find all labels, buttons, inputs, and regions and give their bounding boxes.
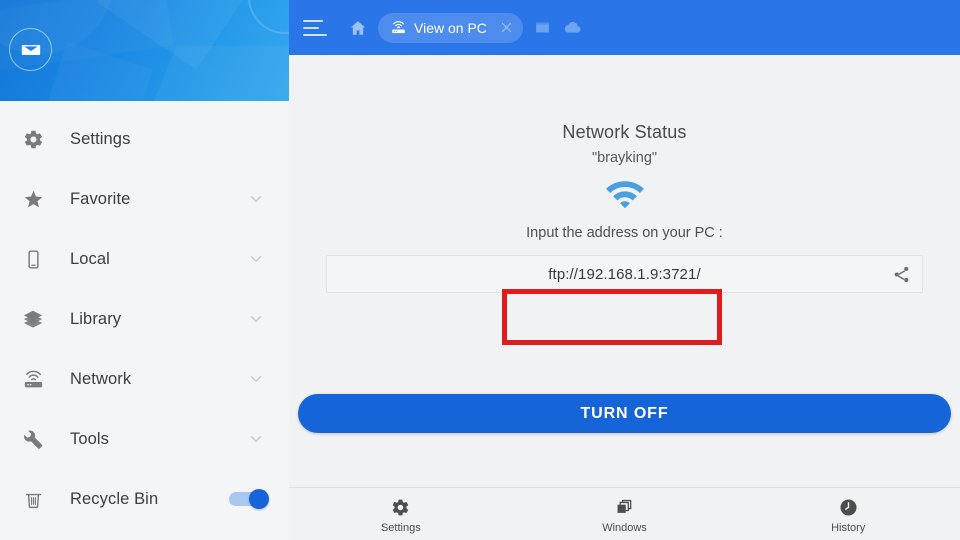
tab-label: View on PC (414, 19, 487, 36)
chevron-down-icon[interactable] (247, 370, 265, 388)
sidebar-item-label: Local (70, 249, 110, 268)
sidebar: Settings Favorite Local Library Network … (0, 0, 289, 540)
sidebar-item-label: Settings (70, 129, 131, 148)
sidebar-menu: Settings Favorite Local Library Network … (0, 101, 289, 540)
app-root: Settings Favorite Local Library Network … (0, 0, 960, 540)
header-decoration-shape (248, 0, 289, 34)
phone-icon (18, 249, 48, 270)
hamburger-menu-icon[interactable] (303, 13, 333, 43)
avatar[interactable] (9, 28, 52, 71)
sidebar-item-label: Tools (70, 429, 110, 448)
sidebar-item-settings[interactable]: Settings (0, 109, 289, 169)
sidebar-item-local[interactable]: Local (0, 229, 289, 289)
chevron-down-icon[interactable] (247, 250, 265, 268)
topbar: View on PC (289, 0, 960, 55)
turn-off-button[interactable]: TURN OFF (298, 394, 951, 433)
address-value: ftp://192.168.1.9:3721/ (548, 265, 701, 283)
address-field[interactable]: ftp://192.168.1.9:3721/ (326, 255, 923, 293)
turn-off-wrapper: TURN OFF (289, 394, 960, 433)
bottom-nav-windows[interactable]: Windows (513, 488, 737, 540)
windows-stack-icon (614, 496, 636, 518)
share-icon[interactable] (890, 263, 912, 285)
hamburger-line (303, 33, 327, 36)
network-status-title: Network Status (562, 122, 687, 142)
sidebar-header (0, 0, 289, 101)
router-icon (389, 18, 408, 37)
bottom-nav-history[interactable]: History (736, 488, 960, 540)
network-ssid: "brayking" (591, 150, 658, 166)
sidebar-item-tools[interactable]: Tools (0, 409, 289, 469)
chevron-down-icon[interactable] (247, 190, 265, 208)
tab-view-on-pc[interactable]: View on PC (378, 12, 523, 43)
chevron-down-icon[interactable] (247, 430, 265, 448)
envelope-icon (20, 39, 42, 61)
sidebar-item-network[interactable]: Network (0, 349, 289, 409)
sidebar-item-favorite[interactable]: Favorite (0, 169, 289, 229)
sidebar-item-library[interactable]: Library (0, 289, 289, 349)
wifi-icon (602, 176, 648, 212)
star-icon (18, 189, 48, 210)
layers-icon (18, 308, 48, 330)
trash-icon (18, 489, 48, 510)
bottom-nav-label: Windows (602, 522, 647, 534)
chevron-down-icon[interactable] (247, 310, 265, 328)
recycle-bin-toggle[interactable] (229, 489, 269, 509)
sidebar-item-recycle-bin[interactable]: Recycle Bin (0, 469, 289, 529)
sidebar-item-label: Recycle Bin (70, 489, 159, 508)
bottom-navigation: Settings Windows History (289, 487, 960, 540)
gear-icon (390, 496, 412, 518)
sidebar-item-label: Favorite (70, 189, 131, 208)
clock-icon (837, 496, 859, 518)
content-area: Network Status "brayking" Input the addr… (289, 55, 960, 487)
window-icon[interactable] (532, 17, 554, 39)
address-prompt: Input the address on your PC : (526, 225, 723, 241)
sidebar-item-label: Network (70, 369, 132, 388)
close-icon[interactable] (495, 16, 519, 40)
gear-icon (18, 129, 48, 150)
wrench-icon (18, 428, 48, 450)
hamburger-line (303, 19, 323, 22)
hamburger-line (303, 26, 319, 29)
bottom-nav-label: History (831, 522, 866, 534)
toggle-thumb (249, 489, 269, 509)
router-icon (18, 368, 48, 391)
home-icon[interactable] (347, 17, 369, 39)
main-pane: View on PC Network Status "brayking" Inp… (289, 0, 960, 540)
bottom-nav-label: Settings (380, 522, 421, 534)
bottom-nav-settings[interactable]: Settings (289, 488, 513, 540)
sidebar-item-label: Library (70, 309, 122, 328)
cloud-icon[interactable] (562, 17, 584, 39)
